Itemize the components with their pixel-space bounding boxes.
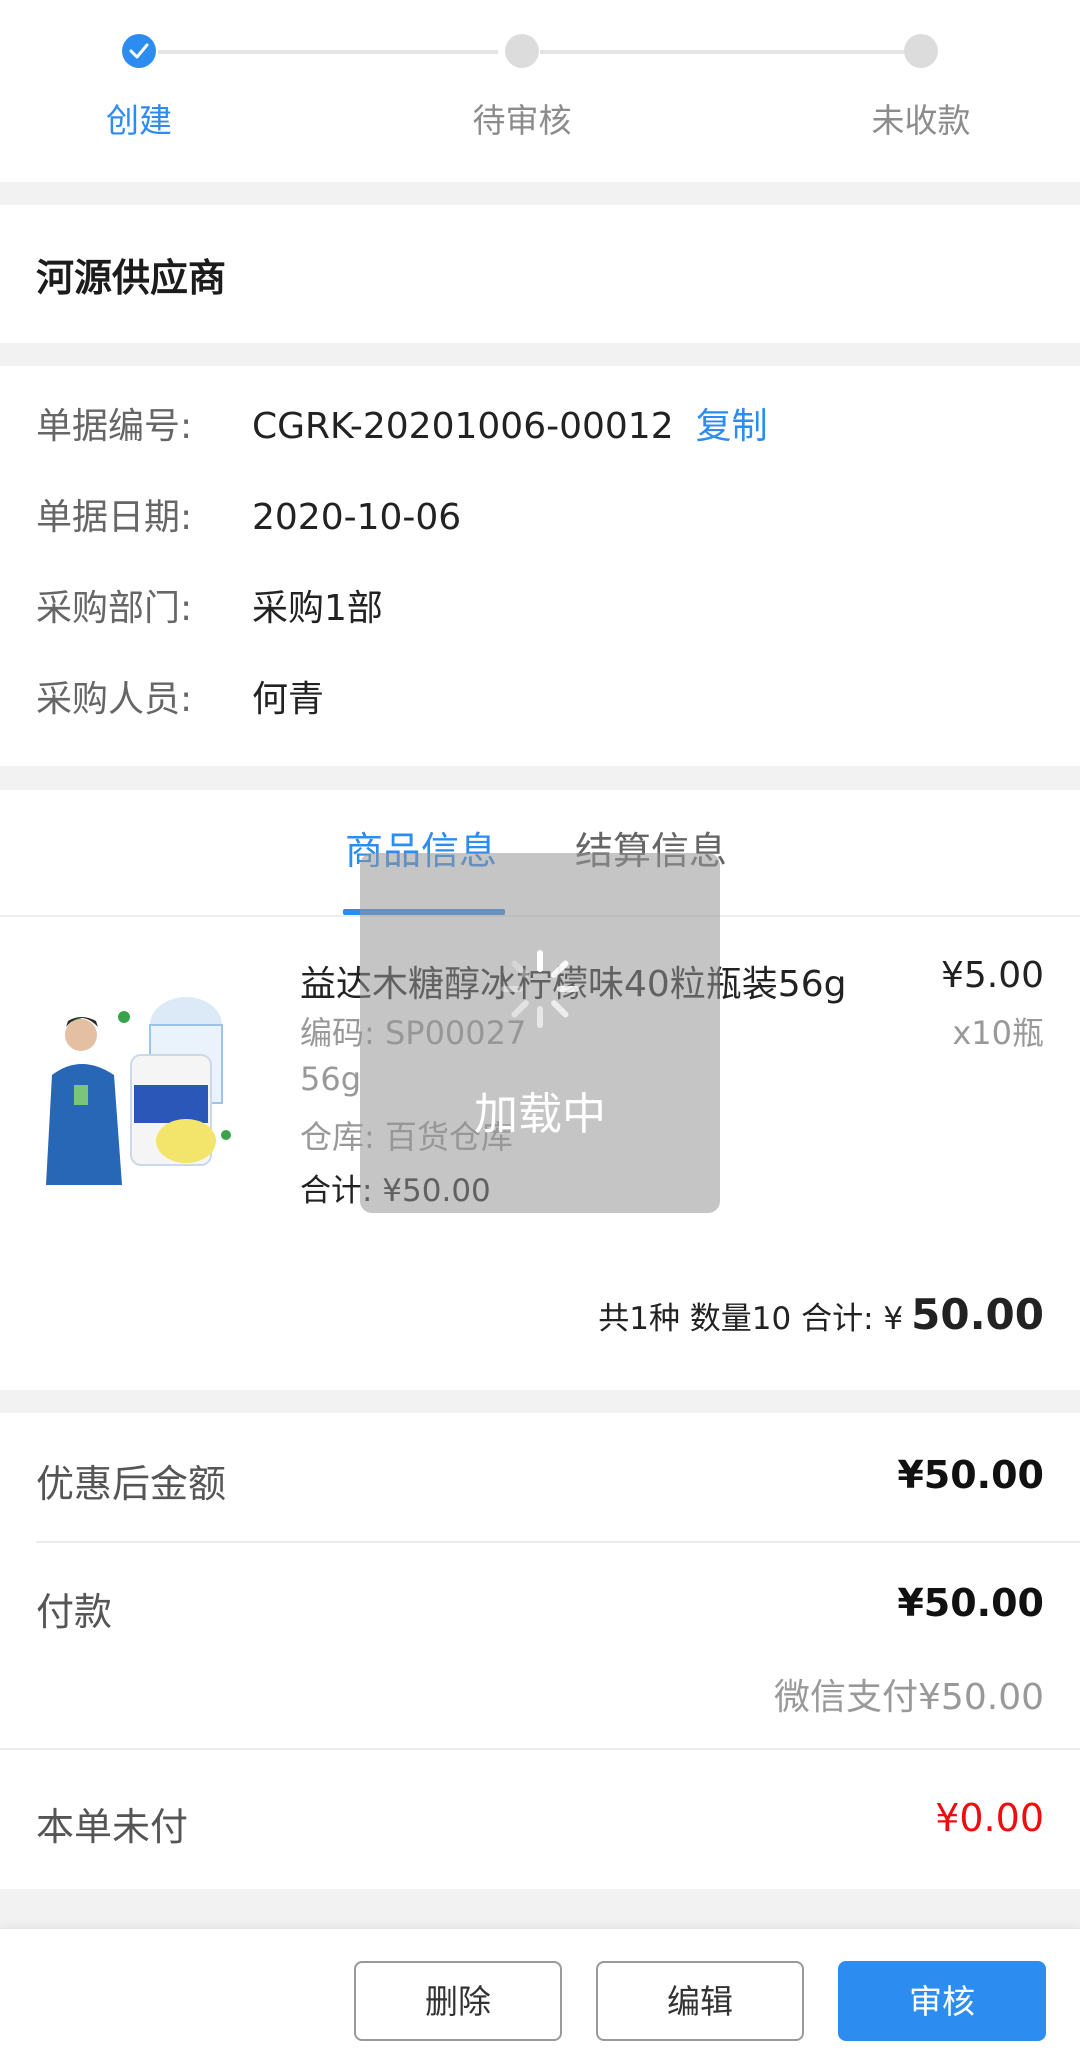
department-value: 采购1部 (252, 588, 383, 629)
order-date-label: 单据日期: (36, 497, 193, 538)
staff-value: 何青 (252, 679, 325, 720)
department-row: 采购部门: 采购1部 (36, 584, 383, 634)
divider (36, 1541, 1080, 1543)
order-info-card: 单据编号: CGRK-20201006-00012 复制 单据日期: 2020-10-… (0, 366, 1080, 766)
step-dot (505, 34, 539, 68)
bottom-action-bar: 删除 编辑 审核 (0, 1928, 1080, 2067)
staff-row: 采购人员: 何青 (36, 675, 324, 725)
goods-summary-text: 共1种 数量10 合计: ¥ (598, 1301, 904, 1337)
edit-button[interactable]: 编辑 (596, 1961, 804, 2041)
unpaid-value: ¥0.00 (935, 1796, 1044, 1840)
progress-steps: 创建 待审核 未收款 (0, 0, 1080, 182)
step-label-unpaid: 未收款 (871, 101, 971, 140)
settlement-card: 优惠后金额 ¥50.00 付款 ¥50.00 微信支付¥50.00 本单未付 ¥… (0, 1413, 1080, 1889)
copy-button[interactable]: 复制 (696, 406, 768, 447)
order-date-row: 单据日期: 2020-10-06 (36, 493, 461, 543)
order-no-label: 单据编号: (36, 406, 193, 447)
delete-button[interactable]: 删除 (354, 1961, 562, 2041)
supplier-name: 河源供应商 (36, 256, 227, 300)
product-image[interactable] (36, 965, 246, 1185)
supplier-card: 河源供应商 (0, 205, 1080, 343)
order-no-row: 单据编号: CGRK-20201006-00012 复制 (36, 402, 768, 452)
unpaid-label: 本单未付 (36, 1805, 189, 1849)
loading-text: 加载中 (474, 1089, 606, 1140)
step-check-icon (122, 34, 156, 68)
payment-label: 付款 (36, 1590, 113, 1634)
approve-button[interactable]: 审核 (838, 1961, 1046, 2041)
divider (0, 1748, 1080, 1750)
product-price: ¥5.00 (940, 955, 1044, 996)
discounted-amount-label: 优惠后金额 (36, 1462, 227, 1506)
department-label: 采购部门: (36, 588, 193, 629)
step-connector (540, 50, 904, 54)
step-label-created: 创建 (106, 101, 172, 140)
payment-value: ¥50.00 (897, 1581, 1044, 1625)
step-dot (904, 34, 938, 68)
goods-summary-amount: 50.00 (911, 1290, 1044, 1339)
loading-spinner-icon (501, 950, 579, 1028)
product-spec: 56g (300, 1060, 362, 1098)
discounted-amount-value: ¥50.00 (897, 1453, 1044, 1497)
staff-label: 采购人员: (36, 679, 193, 720)
order-no-value: CGRK-20201006-00012 (252, 406, 674, 447)
order-date-value: 2020-10-06 (252, 497, 462, 538)
step-label-pending-review: 待审核 (472, 101, 572, 140)
loading-toast: 加载中 (360, 853, 720, 1213)
goods-summary: 共1种 数量10 合计: ¥50.00 (598, 1290, 1044, 1339)
payment-method: 微信支付¥50.00 (774, 1677, 1044, 1718)
product-quantity: x10瓶 (952, 1014, 1044, 1052)
step-connector (158, 50, 498, 54)
